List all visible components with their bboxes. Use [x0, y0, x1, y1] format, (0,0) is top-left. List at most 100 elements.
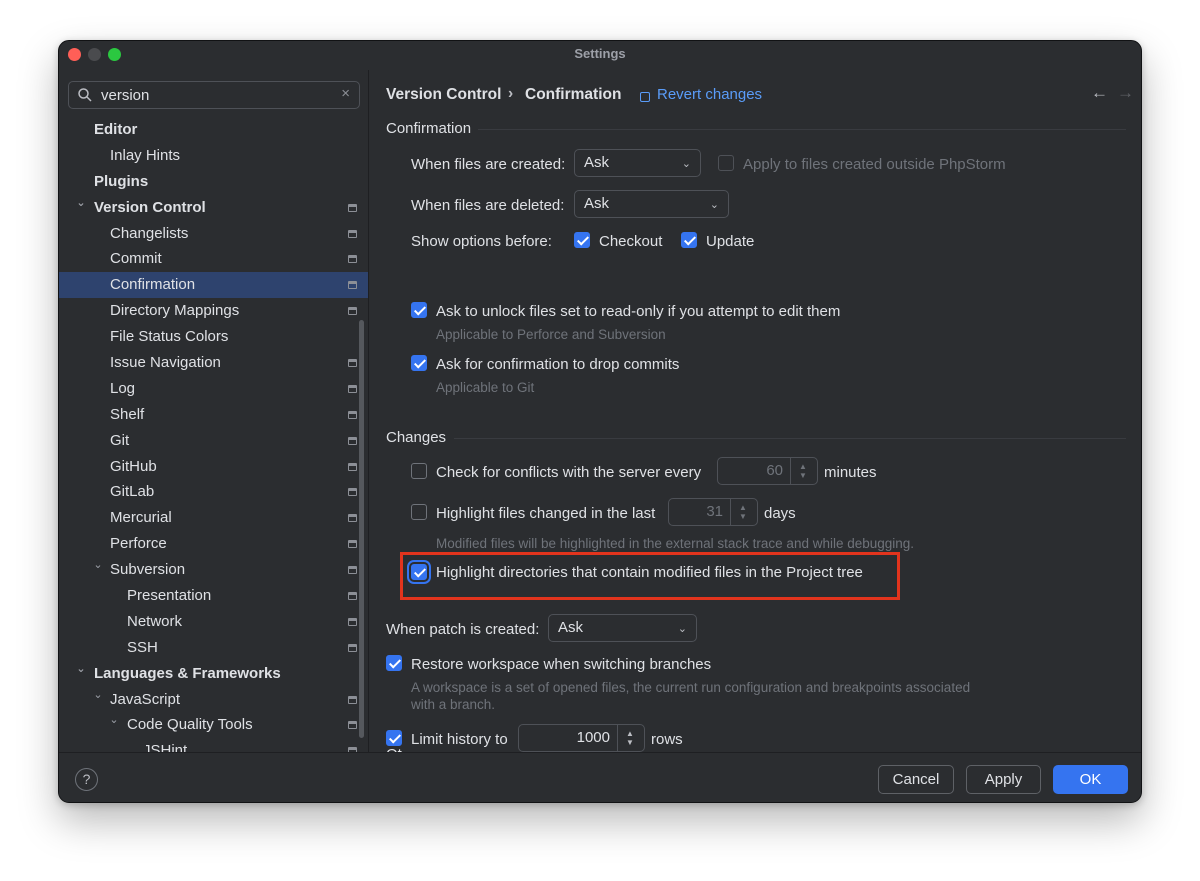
sidebar-item-label: Directory Mappings	[110, 302, 240, 320]
ok-button[interactable]: OK	[1053, 765, 1128, 794]
spinner-arrows[interactable]: ▲ ▼	[617, 725, 644, 751]
show-options-label: Show options before:	[411, 233, 552, 250]
spinner-down-icon[interactable]: ▼	[739, 513, 747, 521]
sidebar-item-presentation[interactable]: Presentation	[59, 583, 368, 609]
breadcrumb-parent[interactable]: Version Control	[386, 86, 501, 104]
sidebar-item-directory-mappings[interactable]: Directory Mappings	[59, 298, 368, 324]
highlight-directories-checkbox[interactable]	[411, 564, 427, 580]
spinner-arrows[interactable]: ▲ ▼	[790, 458, 817, 484]
minimize-window-button[interactable]	[88, 48, 101, 61]
sidebar-item-label: Version Control	[94, 198, 206, 216]
settings-tree: Editor Inlay Hints Plugins ⌄ Version Control…	[59, 117, 368, 752]
close-window-button[interactable]	[68, 48, 81, 61]
sidebar-item-label: Mercurial	[110, 509, 172, 527]
restore-workspace-checkbox[interactable]	[386, 655, 402, 671]
limit-history-spinner[interactable]: 1000 ▲ ▼	[518, 724, 645, 752]
drop-commits-checkbox[interactable]	[411, 355, 427, 371]
project-scope-icon	[348, 281, 357, 290]
spinner-up-icon[interactable]: ▲	[626, 730, 634, 738]
sidebar-item-label: Plugins	[94, 172, 149, 190]
sidebar-scrollbar[interactable]	[359, 320, 364, 738]
sidebar-item-perforce[interactable]: Perforce	[59, 531, 368, 557]
project-scope-icon	[348, 255, 357, 264]
sidebar-item-label: SSH	[127, 638, 158, 656]
sidebar-item-subversion[interactable]: ⌄ Subversion	[59, 557, 368, 583]
sidebar-item-label: JavaScript	[110, 690, 181, 708]
zoom-window-button[interactable]	[108, 48, 121, 61]
search-input[interactable]	[101, 85, 331, 105]
sidebar-item-commit[interactable]: Commit	[59, 246, 368, 272]
sidebar-item-javascript[interactable]: ⌄ JavaScript	[59, 687, 368, 713]
sidebar-item-shelf[interactable]: Shelf	[59, 402, 368, 428]
spinner-arrows[interactable]: ▲ ▼	[730, 499, 757, 525]
clear-search-icon[interactable]: ×	[341, 85, 350, 102]
drop-commits-hint: Applicable to Git	[436, 380, 535, 395]
project-scope-icon	[348, 462, 357, 471]
sidebar-item-label: GitLab	[110, 483, 155, 501]
patch-created-label: When patch is created:	[386, 621, 540, 638]
limit-history-unit: rows	[651, 731, 683, 748]
sidebar-item-editor[interactable]: Editor	[59, 117, 368, 143]
sidebar-item-ssh[interactable]: SSH	[59, 635, 368, 661]
conflicts-interval-spinner[interactable]: 60 ▲ ▼	[717, 457, 818, 485]
highlight-days-spinner[interactable]: 31 ▲ ▼	[668, 498, 758, 526]
sidebar-item-version-control[interactable]: ⌄ Version Control	[59, 195, 368, 221]
forward-arrow-icon[interactable]: →	[1117, 83, 1134, 103]
sidebar-item-network[interactable]: Network	[59, 609, 368, 635]
sidebar-item-gitlab[interactable]: GitLab	[59, 479, 368, 505]
chevron-down-icon[interactable]: ⌄	[75, 191, 87, 217]
apply-button[interactable]: Apply	[966, 765, 1041, 794]
help-icon[interactable]: ?	[75, 768, 98, 791]
settings-content: Version Control › Confirmation Revert ch…	[370, 70, 1141, 752]
chevron-down-icon[interactable]: ⌄	[75, 657, 87, 683]
sidebar-item-jshint[interactable]: JSHint	[59, 738, 368, 752]
sidebar-item-code-quality-tools[interactable]: ⌄ Code Quality Tools	[59, 712, 368, 738]
files-deleted-select[interactable]: Ask ⌄	[574, 190, 729, 218]
sidebar-item-issue-navigation[interactable]: Issue Navigation	[59, 350, 368, 376]
settings-window: Settings × EditorInlay HintsPlugins⌄Vers…	[58, 40, 1142, 803]
sidebar-item-git[interactable]: Git	[59, 428, 368, 454]
sidebar-item-changelists[interactable]: Changelists	[59, 221, 368, 247]
chevron-down-icon: ⌄	[681, 158, 691, 170]
check-conflicts-checkbox[interactable]	[411, 463, 427, 479]
sidebar-item-inlay-hints[interactable]: Inlay Hints	[59, 143, 368, 169]
sidebar-item-label: Inlay Hints	[110, 146, 181, 164]
sidebar-item-mercurial[interactable]: Mercurial	[59, 505, 368, 531]
dialog-footer: ? Cancel Apply OK	[59, 752, 1141, 802]
project-scope-icon	[348, 488, 357, 497]
sidebar-item-label: Git	[110, 431, 130, 449]
changes-section-title: Changes	[386, 429, 447, 446]
cancel-button[interactable]: Cancel	[878, 765, 954, 794]
drop-commits-label: Ask for confirmation to drop commits	[436, 356, 680, 373]
spinner-down-icon[interactable]: ▼	[626, 739, 634, 747]
chevron-down-icon[interactable]: ⌄	[92, 683, 104, 709]
limit-history-checkbox[interactable]	[386, 730, 402, 746]
sidebar-item-languages-frameworks[interactable]: ⌄ Languages & Frameworks	[59, 661, 368, 687]
settings-search[interactable]: ×	[68, 81, 360, 109]
files-created-select[interactable]: Ask ⌄	[574, 149, 701, 177]
sidebar-item-file-status-colors[interactable]: File Status Colors	[59, 324, 368, 350]
highlight-days-value: 31	[706, 503, 723, 520]
unlock-readonly-checkbox[interactable]	[411, 302, 427, 318]
chevron-down-icon[interactable]: ⌄	[92, 553, 104, 579]
revert-changes-link[interactable]: Revert changes	[657, 86, 762, 103]
spinner-up-icon[interactable]: ▲	[739, 504, 747, 512]
sidebar-item-github[interactable]: GitHub	[59, 454, 368, 480]
sidebar-item-confirmation[interactable]: Confirmation	[59, 272, 368, 299]
highlight-changed-checkbox[interactable]	[411, 504, 427, 520]
sidebar-item-plugins[interactable]: Plugins	[59, 169, 368, 195]
unlock-readonly-label: Ask to unlock files set to read-only if …	[436, 303, 841, 320]
sidebar-item-log[interactable]: Log	[59, 376, 368, 402]
back-arrow-icon[interactable]: ←	[1091, 83, 1108, 103]
project-scope-icon	[348, 359, 357, 368]
patch-created-select[interactable]: Ask ⌄	[548, 614, 697, 642]
spinner-down-icon[interactable]: ▼	[799, 472, 807, 480]
update-checkbox[interactable]	[681, 232, 697, 248]
chevron-down-icon[interactable]: ⌄	[108, 708, 120, 734]
project-scope-icon	[348, 410, 357, 419]
spinner-up-icon[interactable]: ▲	[799, 463, 807, 471]
checkout-checkbox[interactable]	[574, 232, 590, 248]
sidebar-item-label: Confirmation	[110, 276, 196, 294]
project-scope-icon	[348, 643, 357, 652]
apply-outside-checkbox[interactable]	[718, 155, 734, 171]
